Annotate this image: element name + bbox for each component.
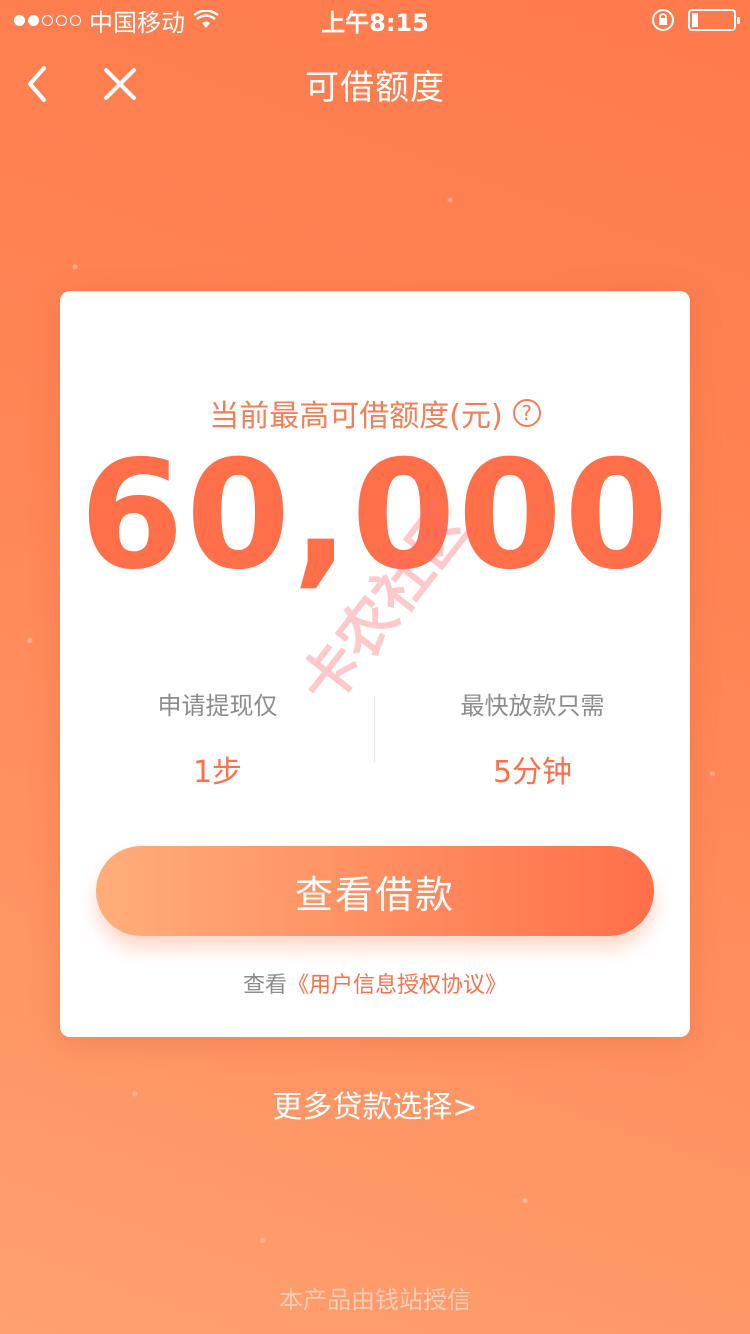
stats-row: 申请提现仅 1步 最快放款只需 5分钟 (60, 686, 690, 791)
more-loan-options-link[interactable]: 更多贷款选择> (0, 1082, 750, 1126)
carrier-name: 中国移动 (89, 8, 185, 37)
stat-steps: 申请提现仅 1步 (60, 686, 375, 791)
status-bar: 中国移动 上午8:15 (0, 0, 750, 40)
nav-bar: 可借额度 (0, 40, 750, 128)
stat-label: 申请提现仅 (157, 692, 278, 720)
stats-divider (374, 696, 375, 762)
help-icon[interactable]: ? (512, 399, 541, 427)
battery-icon (688, 9, 740, 31)
rotation-lock-icon (652, 9, 674, 31)
view-loan-button[interactable]: 查看借款 (96, 846, 654, 936)
wifi-icon (193, 10, 219, 28)
chevron-left-icon (28, 66, 46, 102)
agreement-prefix: 查看 (242, 973, 287, 998)
footer-credit-note: 本产品由钱站授信 (279, 1286, 471, 1314)
agreement-line: 查看《用户信息授权协议》 (60, 967, 690, 999)
stat-value: 5分钟 (492, 755, 573, 790)
close-icon (104, 68, 136, 100)
credit-limit-card: 当前最高可借额度(元) ? 60,000 申请提现仅 1步 最快放款只需 5分钟… (60, 291, 690, 1037)
signal-strength-icon (14, 14, 81, 26)
back-button[interactable] (14, 60, 62, 108)
close-button[interactable] (96, 60, 144, 108)
user-info-authorization-link[interactable]: 《用户信息授权协议》 (287, 973, 507, 998)
stat-speed: 最快放款只需 5分钟 (375, 686, 690, 791)
stat-label: 最快放款只需 (460, 692, 605, 720)
credit-amount: 60,000 (79, 429, 671, 603)
stat-value: 1步 (192, 755, 243, 790)
